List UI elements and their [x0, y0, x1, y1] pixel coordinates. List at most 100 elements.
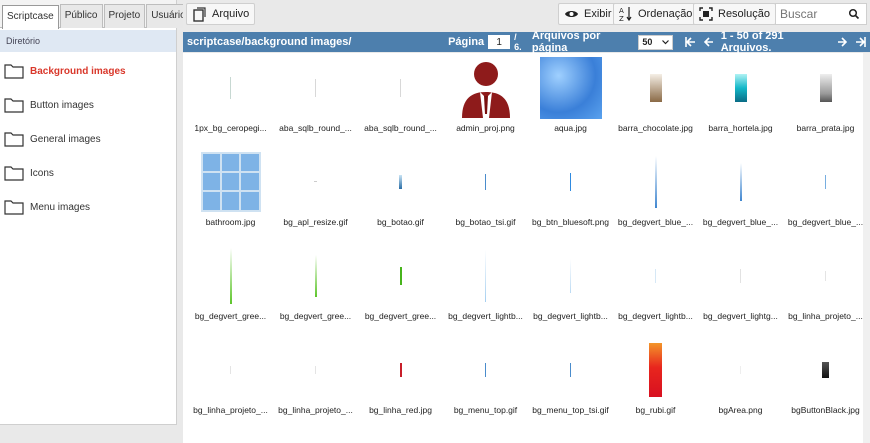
file-item[interactable]: bg_botao.gif: [358, 147, 443, 240]
page-range: 1 - 50 of 291 Arquivos.: [720, 30, 784, 54]
file-name: bg_degvert_lightg...: [703, 311, 778, 321]
file-name: bg_degvert_lightb...: [448, 311, 523, 321]
file-button[interactable]: Arquivo: [186, 3, 256, 25]
file-name: bg_degvert_lightb...: [618, 311, 693, 321]
file-item[interactable]: bg_degvert_gree...: [188, 241, 273, 334]
svg-text:A: A: [619, 7, 624, 15]
file-thumbnail: [708, 150, 773, 213]
file-item[interactable]: bg_degvert_gree...: [358, 241, 443, 334]
file-item[interactable]: admin_proj.png: [443, 53, 528, 146]
file-item[interactable]: bg_rubi.gif: [613, 335, 698, 428]
file-item[interactable]: bg_degvert_lightg...: [698, 241, 783, 334]
file-item[interactable]: bg_linha_projeto_...: [273, 335, 358, 428]
search-input[interactable]: [776, 7, 848, 21]
file-item[interactable]: 1px_bg_ceropegi...: [188, 53, 273, 146]
per-page-select[interactable]: 50: [638, 34, 673, 50]
file-item[interactable]: bg_degvert_lightb...: [443, 241, 528, 334]
view-label: Exibir: [584, 8, 612, 20]
view-button[interactable]: Exibir: [558, 3, 618, 25]
next-page-icon[interactable]: [837, 37, 847, 47]
file-item[interactable]: bg_degvert_gree...: [273, 241, 358, 334]
folder-label: Background images: [30, 65, 126, 77]
file-name: bg_linha_projeto_...: [278, 405, 353, 415]
page-input[interactable]: [488, 35, 511, 49]
file-item[interactable]: bg_linha_projeto_...: [188, 335, 273, 428]
file-item[interactable]: bg_btn_bluesoft.png: [528, 147, 613, 240]
file-item[interactable]: bgButtonBlack.jpg: [783, 335, 863, 428]
file-name: aba_sqlb_round_...: [364, 123, 437, 133]
file-item[interactable]: barra_chocolate.jpg: [613, 53, 698, 146]
file-name: admin_proj.png: [456, 123, 515, 133]
file-thumbnail: [283, 338, 348, 401]
file-item[interactable]: bg_linha_projeto_...: [783, 241, 863, 334]
file-thumbnail: [538, 56, 603, 119]
file-item[interactable]: bg_degvert_lightb...: [613, 241, 698, 334]
folder-menu-images[interactable]: Menu images: [0, 190, 176, 224]
last-page-icon[interactable]: [855, 37, 866, 47]
file-thumbnail: [198, 244, 263, 307]
file-name: bg_menu_top_tsi.gif: [532, 405, 609, 415]
folder-button-images[interactable]: Button images: [0, 88, 176, 122]
tab-publico[interactable]: Público: [59, 4, 103, 28]
file-icon: [193, 6, 206, 22]
file-thumbnail: [538, 150, 603, 213]
file-item[interactable]: bg_degvert_blue_...: [783, 147, 863, 240]
file-thumbnail: [453, 150, 518, 213]
page-label: Página: [448, 36, 485, 48]
file-thumbnail: [793, 338, 858, 401]
file-item[interactable]: bg_degvert_lightb...: [528, 241, 613, 334]
file-thumbnail: [453, 338, 518, 401]
file-item[interactable]: bg_degvert_blue_...: [613, 147, 698, 240]
file-thumbnail: [198, 56, 263, 119]
tab-projeto[interactable]: Projeto: [103, 4, 146, 28]
file-item[interactable]: bathroom.jpg: [188, 147, 273, 240]
tab-scriptcase[interactable]: Scriptcase: [2, 5, 59, 29]
folder-icons[interactable]: Icons: [0, 156, 176, 190]
file-name: bg_degvert_lightb...: [533, 311, 608, 321]
file-name: barra_hortela.jpg: [708, 123, 773, 133]
file-manager: Scriptcase Público Projeto Usuário Diret…: [0, 0, 870, 443]
file-thumbnail: [283, 244, 348, 307]
file-item[interactable]: bgArea.png: [698, 335, 783, 428]
grid-scrollbar[interactable]: [863, 53, 870, 443]
file-item[interactable]: bg_degvert_blue_...: [698, 147, 783, 240]
file-name: 1px_bg_ceropegi...: [194, 123, 267, 133]
file-name: aqua.jpg: [554, 123, 587, 133]
file-thumbnail: [538, 338, 603, 401]
file-item[interactable]: bg_linha_red.jpg: [358, 335, 443, 428]
file-item[interactable]: bg_menu_top.gif: [443, 335, 528, 428]
file-item[interactable]: bg_menu_top_tsi.gif: [528, 335, 613, 428]
file-thumbnail: [793, 150, 858, 213]
folder-general-images[interactable]: General images: [0, 122, 176, 156]
file-item[interactable]: aba_sqlb_round_...: [273, 53, 358, 146]
page-total: / 6.: [514, 32, 522, 52]
file-item[interactable]: bg_apl_resize.gif: [273, 147, 358, 240]
resolution-label: Resolução: [718, 8, 770, 20]
file-thumbnail: [453, 244, 518, 307]
per-page-label: Arquivos por página: [531, 30, 601, 54]
file-thumbnail: [793, 244, 858, 307]
file-name: bgArea.png: [718, 405, 763, 415]
file-name: bg_linha_red.jpg: [369, 405, 432, 415]
folder-background-images[interactable]: Background images: [0, 54, 176, 88]
file-item[interactable]: barra_hortela.jpg: [698, 53, 783, 146]
sort-button[interactable]: AZ Ordenação: [613, 3, 699, 25]
file-thumbnail: [283, 56, 348, 119]
folder-icon: [4, 132, 24, 147]
file-label: Arquivo: [212, 8, 250, 20]
search-icon[interactable]: [848, 8, 860, 20]
prev-page-icon[interactable]: [703, 37, 714, 47]
file-name: bg_degvert_blue_...: [617, 217, 694, 227]
resolution-button[interactable]: Resolução: [693, 3, 776, 25]
per-page-value: 50: [642, 37, 653, 47]
resolution-icon: [699, 7, 713, 21]
file-item[interactable]: aba_sqlb_round_...: [358, 53, 443, 146]
file-item[interactable]: bg_botao_tsi.gif: [443, 147, 528, 240]
file-item[interactable]: aqua.jpg: [528, 53, 613, 146]
sort-az-icon: AZ: [619, 7, 632, 22]
folder-icon: [4, 166, 24, 181]
first-page-icon[interactable]: [684, 37, 696, 47]
eye-icon: [565, 11, 578, 17]
file-item[interactable]: barra_prata.jpg: [783, 53, 863, 146]
file-grid: 1px_bg_ceropegi... aba_sqlb_round_... aba_…: [183, 53, 863, 443]
